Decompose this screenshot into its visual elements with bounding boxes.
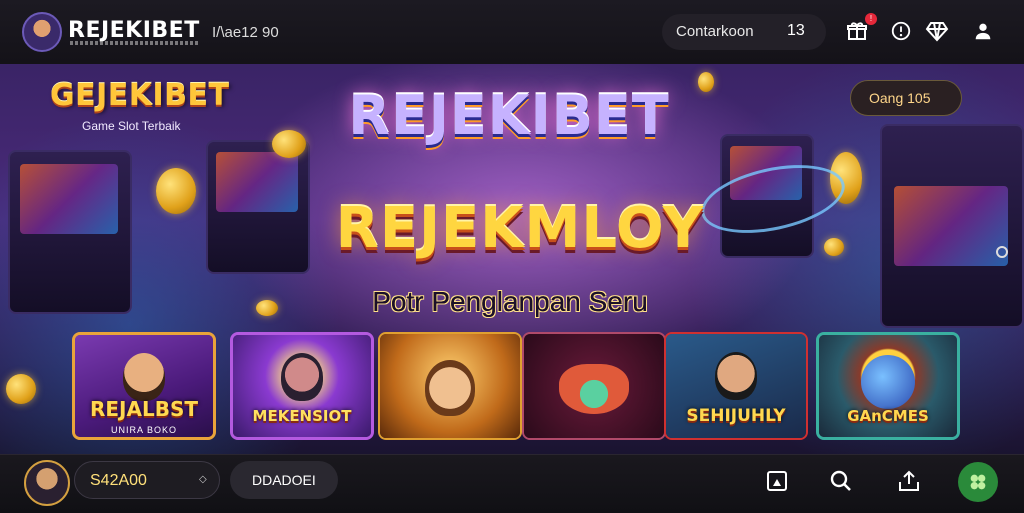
character-icon	[715, 352, 757, 400]
game-card[interactable]: REJALBST UNIRA BOKO	[72, 332, 216, 440]
user-id: I/\ae12 90	[212, 24, 279, 41]
brand-tagline-strip	[70, 41, 198, 45]
banner-tagline: Potr Penglanpan Seru	[372, 286, 648, 317]
game-title: REJALBST	[89, 397, 199, 421]
slot-machine-far-right	[880, 124, 1024, 328]
notification-badge: !	[865, 13, 877, 25]
character-icon	[425, 360, 475, 416]
bonus-label: Oang 105	[869, 90, 931, 106]
game-card[interactable]: SEHIJUHLY	[664, 332, 808, 440]
game-card[interactable]: GAnCMES	[816, 332, 960, 440]
slot-machine-left	[8, 150, 132, 314]
clover-icon	[970, 474, 986, 490]
game-card[interactable]: MEKENSIOT	[230, 332, 374, 440]
clover-button[interactable]	[958, 462, 998, 502]
coin-decoration	[256, 300, 278, 316]
search-icon[interactable]	[828, 468, 854, 494]
game-card[interactable]	[378, 332, 522, 440]
character-icon	[281, 353, 323, 401]
coin-decoration	[272, 130, 306, 158]
deposit-label: DDADOEI	[252, 472, 316, 488]
game-title: GAnCMES	[847, 407, 929, 425]
chevron-icon: ◇	[199, 474, 207, 485]
player-avatar[interactable]	[24, 460, 70, 506]
mini-logo: GEJEKIBET	[50, 78, 230, 113]
coin-decoration	[156, 168, 196, 214]
promo-banner[interactable]: GEJEKIBET Game Slot Terbaik Oang 105 REJ…	[0, 64, 1024, 454]
coin-decoration	[824, 238, 844, 256]
game-title: MEKENSIOT	[252, 407, 352, 425]
coin-decoration	[698, 72, 714, 92]
brand-avatar[interactable]	[22, 12, 62, 52]
mini-logo-subtitle: Game Slot Terbaik	[82, 119, 181, 133]
banner-slogan: REJEKMLOY	[335, 196, 705, 261]
main-logo: REJEKIBET	[348, 84, 670, 147]
diamond-icon[interactable]	[924, 18, 950, 44]
character-icon	[123, 353, 165, 401]
brand-name[interactable]: REJEKIBET	[68, 18, 200, 43]
wheel-icon	[861, 355, 915, 409]
coin-decoration	[6, 374, 36, 404]
counter-value: 13	[787, 22, 805, 39]
counter-label: Contarkoon	[676, 23, 754, 40]
info-icon[interactable]	[888, 18, 914, 44]
balance-value: S42A00	[90, 472, 147, 489]
game-card[interactable]	[522, 332, 666, 440]
bookmark-icon[interactable]	[764, 468, 790, 494]
game-subtitle: UNIRA BOKO	[110, 425, 177, 435]
monster-icon	[559, 364, 629, 414]
upload-icon[interactable]	[896, 468, 922, 494]
game-title: SEHIJUHLY	[686, 406, 786, 426]
carousel-indicator[interactable]	[996, 246, 1008, 258]
user-icon[interactable]	[970, 18, 996, 44]
